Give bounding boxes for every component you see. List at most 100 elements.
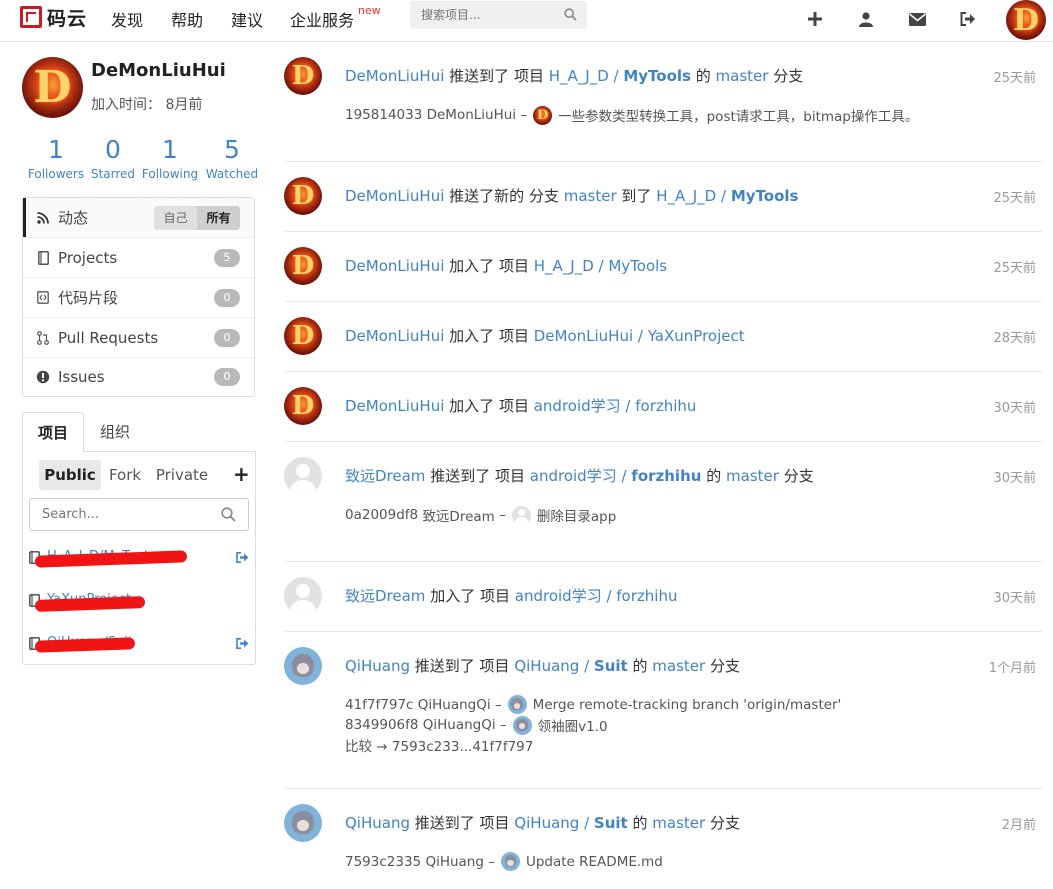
actor-avatar[interactable] xyxy=(284,647,322,685)
sign-out-icon[interactable] xyxy=(236,637,249,653)
feed-item: 致远Dream 加入了 项目 android学习 / forzhihu 30天前 xyxy=(284,577,1042,617)
feed-item: D DeMonLiuHui 加入了 项目 DeMonLiuHui / YaXun… xyxy=(284,317,1042,357)
filter-private[interactable]: Private xyxy=(151,460,213,490)
mail-icon[interactable] xyxy=(908,10,926,28)
repo-owner-link[interactable]: QiHuang xyxy=(514,814,579,832)
timestamp: 30天前 xyxy=(993,471,1036,486)
profile-joined: 加入时间： 8月前 xyxy=(91,97,203,113)
commit-sha[interactable]: 195814033 xyxy=(345,107,422,123)
timestamp: 2月前 xyxy=(1001,818,1036,833)
actor-link[interactable]: DeMonLiuHui xyxy=(345,397,444,415)
project-item[interactable]: H_A_J_D/MyTools xyxy=(29,547,251,569)
toggle-all[interactable]: 所有 xyxy=(197,206,240,230)
actor-avatar[interactable]: D xyxy=(284,57,322,95)
project-item[interactable]: QiHuang/Suit xyxy=(29,633,251,655)
commit-line: 195814033 DeMonLiuHui – D 一些参数类型转换工具，pos… xyxy=(345,105,919,125)
branch-link[interactable]: master xyxy=(716,67,769,85)
filter-fork[interactable]: Fork xyxy=(103,460,147,490)
menu-item-projects[interactable]: Projects 5 xyxy=(23,238,254,277)
search-icon[interactable] xyxy=(564,8,577,25)
new-badge: new xyxy=(358,4,381,17)
repo-link[interactable]: DeMonLiuHui / YaXunProject xyxy=(534,327,745,345)
timestamp: 25天前 xyxy=(993,71,1036,86)
toggle-self[interactable]: 自己 xyxy=(154,206,197,230)
actor-link[interactable]: QiHuang xyxy=(345,814,410,832)
feed-title: DeMonLiuHui 加入了 项目 H_A_J_D / MyTools xyxy=(345,255,667,276)
menu-item-activity[interactable]: 动态 自己 所有 xyxy=(23,198,254,237)
branch-link[interactable]: master xyxy=(652,657,705,675)
action-text: 推送到了 项目 xyxy=(414,814,510,832)
repo-owner-link[interactable]: H_A_J_D xyxy=(549,67,609,85)
branch-link[interactable]: master xyxy=(726,467,779,485)
actor-avatar[interactable]: D xyxy=(284,387,322,425)
stat-followers[interactable]: 1 Followers xyxy=(27,134,85,182)
add-project-button[interactable]: + xyxy=(233,463,250,485)
stat-watched[interactable]: 5 Watched xyxy=(204,134,260,182)
user-icon[interactable] xyxy=(857,10,875,28)
actor-link[interactable]: DeMonLiuHui xyxy=(345,67,444,85)
actor-avatar[interactable] xyxy=(284,804,322,842)
repo-owner-link[interactable]: QiHuang xyxy=(514,657,579,675)
actor-link[interactable]: 致远Dream xyxy=(345,587,425,605)
search-icon[interactable] xyxy=(221,507,236,526)
actor-link[interactable]: DeMonLiuHui xyxy=(345,327,444,345)
branch-link[interactable]: master xyxy=(652,814,705,832)
nav-enterprise[interactable]: 企业服务 xyxy=(290,7,354,31)
actor-avatar[interactable]: D xyxy=(284,317,322,355)
repo-link[interactable]: H_A_J_D / MyTools xyxy=(534,257,667,275)
sign-out-icon[interactable] xyxy=(959,10,977,28)
repo-link[interactable]: android学习 / forzhihu xyxy=(534,397,697,415)
feed-title: QiHuang 推送到了 项目 QiHuang / Suit 的 master … xyxy=(345,657,740,675)
nav-discover[interactable]: 发现 xyxy=(111,7,143,31)
nav-help[interactable]: 帮助 xyxy=(171,7,203,31)
commit-sha[interactable]: 7593c2335 xyxy=(345,854,421,870)
commit-message: 删除目录app xyxy=(536,509,617,525)
commit-sha[interactable]: 0a2009df8 xyxy=(345,507,418,523)
sign-out-icon[interactable] xyxy=(236,551,249,567)
filter-public[interactable]: Public xyxy=(39,460,101,490)
repo-name-link[interactable]: Suit xyxy=(594,814,628,832)
stat-label: Starred xyxy=(90,167,136,181)
repo-link[interactable]: android学习 / forzhihu xyxy=(515,587,678,605)
nav-avatar[interactable]: D xyxy=(1006,0,1046,40)
timestamp: 25天前 xyxy=(993,191,1036,206)
commit-sha[interactable]: 8349906f8 xyxy=(345,717,418,733)
repo-name-link[interactable]: forzhihu xyxy=(631,467,701,485)
repo-owner-link[interactable]: android学习 xyxy=(530,467,617,485)
project-search-input[interactable] xyxy=(30,499,210,530)
feed-item: QiHuang 推送到了 项目 QiHuang / Suit 的 master … xyxy=(284,804,1042,874)
nav-suggest[interactable]: 建议 xyxy=(231,7,263,31)
compare-link[interactable]: 比较 → 7593c233...41f7f797 xyxy=(345,735,533,755)
stat-following[interactable]: 1 Following xyxy=(140,134,200,182)
repo-name-link[interactable]: MyTools xyxy=(731,187,799,205)
actor-link[interactable]: 致远Dream xyxy=(345,467,425,485)
repo-owner-link[interactable]: H_A_J_D xyxy=(656,187,716,205)
project-item[interactable]: YaXunProject xyxy=(29,590,251,612)
actor-avatar[interactable] xyxy=(284,457,322,495)
actor-avatar[interactable]: D xyxy=(284,177,322,215)
commit-avatar xyxy=(512,715,532,735)
suffix-text: 的 xyxy=(706,467,722,485)
commit-message: 领袖圈v1.0 xyxy=(537,719,608,735)
tab-projects[interactable]: 项目 xyxy=(22,412,84,453)
actor-link[interactable]: QiHuang xyxy=(345,657,410,675)
branch-link[interactable]: master xyxy=(564,187,617,205)
actor-link[interactable]: DeMonLiuHui xyxy=(345,257,444,275)
tab-organizations[interactable]: 组织 xyxy=(84,412,146,452)
repo-name-link[interactable]: MyTools xyxy=(623,67,691,85)
menu-item-snippets[interactable]: 代码片段 0 xyxy=(23,278,254,317)
actor-avatar[interactable]: D xyxy=(284,247,322,285)
logo[interactable]: 码云 xyxy=(20,5,87,30)
repo-name-link[interactable]: Suit xyxy=(594,657,628,675)
rss-icon xyxy=(36,211,50,225)
nav-search-input[interactable] xyxy=(410,1,560,29)
actor-link[interactable]: DeMonLiuHui xyxy=(345,187,444,205)
commit-author: 致远Dream xyxy=(422,509,495,525)
menu-item-issues[interactable]: Issues 0 xyxy=(23,357,254,396)
profile-menu: 动态 自己 所有 Projects 5 代码片段 0 Pull Requests… xyxy=(22,197,255,397)
actor-avatar[interactable] xyxy=(284,577,322,615)
stat-starred[interactable]: 0 Starred xyxy=(89,134,137,182)
commit-sha[interactable]: 41f7f797c xyxy=(345,697,413,713)
menu-item-pull-requests[interactable]: Pull Requests 0 xyxy=(23,318,254,357)
plus-icon[interactable] xyxy=(806,10,824,28)
